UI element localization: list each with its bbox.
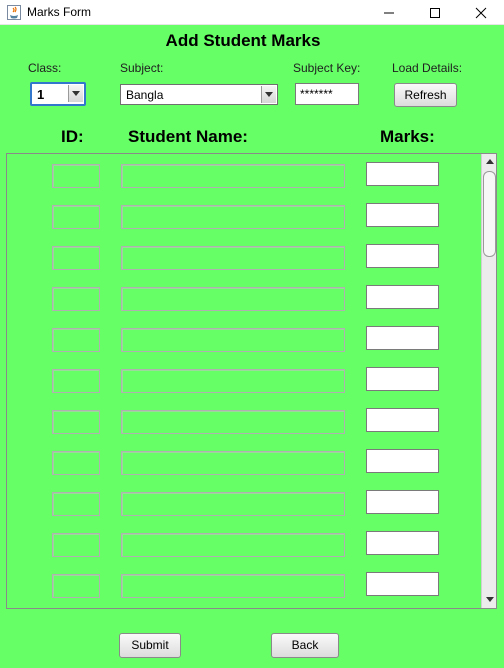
- marks-input[interactable]: [366, 572, 439, 596]
- scroll-down-button[interactable]: [482, 592, 496, 608]
- table-row: [7, 572, 481, 598]
- marks-input[interactable]: [366, 408, 439, 432]
- student-name-field: [121, 533, 345, 557]
- table-row: [7, 531, 481, 557]
- student-id-field: [52, 328, 100, 352]
- student-id-field: [52, 246, 100, 270]
- table-row: [7, 203, 481, 229]
- marks-input[interactable]: [366, 162, 439, 186]
- marks-input[interactable]: [366, 244, 439, 268]
- class-dropdown-arrow[interactable]: [68, 85, 83, 102]
- minimize-icon: [384, 12, 394, 14]
- table-row: [7, 326, 481, 352]
- back-button[interactable]: Back: [271, 633, 339, 658]
- scroll-up-button[interactable]: [482, 154, 496, 170]
- student-name-field: [121, 574, 345, 598]
- class-label: Class:: [28, 61, 62, 75]
- class-select[interactable]: 1: [30, 82, 86, 106]
- subject-select-value: Bangla: [126, 88, 164, 102]
- subject-dropdown-arrow[interactable]: [261, 86, 276, 103]
- student-name-field: [121, 492, 345, 516]
- student-name-field: [121, 451, 345, 475]
- student-id-field: [52, 533, 100, 557]
- student-id-field: [52, 287, 100, 311]
- marks-input[interactable]: [366, 449, 439, 473]
- form-title: Add Student Marks: [165, 31, 321, 50]
- student-id-field: [52, 574, 100, 598]
- student-name-field: [121, 205, 345, 229]
- arrow-down-icon: [486, 597, 494, 602]
- chevron-down-icon: [72, 91, 80, 96]
- table-row: [7, 490, 481, 516]
- load-details-label: Load Details:: [392, 61, 463, 75]
- table-row: [7, 449, 481, 475]
- submit-button[interactable]: Submit: [119, 633, 181, 658]
- student-id-field: [52, 492, 100, 516]
- arrow-up-icon: [486, 159, 494, 164]
- student-name-column-header: Student Name:: [128, 127, 248, 146]
- student-id-field: [52, 369, 100, 393]
- title-bar: Marks Form: [0, 0, 504, 25]
- class-select-value: 1: [37, 87, 45, 102]
- close-button[interactable]: [458, 0, 504, 25]
- form-content: Add Student Marks Class: Subject: Subjec…: [0, 25, 504, 668]
- window-title: Marks Form: [27, 5, 91, 19]
- table-row: [7, 367, 481, 393]
- table-row: [7, 244, 481, 270]
- marks-column-header: Marks:: [380, 127, 435, 146]
- minimize-button[interactable]: [366, 0, 412, 25]
- marks-input[interactable]: [366, 285, 439, 309]
- maximize-icon: [430, 8, 440, 18]
- marks-input[interactable]: [366, 326, 439, 350]
- subject-select[interactable]: Bangla: [120, 84, 278, 105]
- table-row: [7, 408, 481, 434]
- student-id-field: [52, 205, 100, 229]
- student-id-field: [52, 451, 100, 475]
- student-id-field: [52, 410, 100, 434]
- student-name-field: [121, 369, 345, 393]
- student-name-field: [121, 287, 345, 311]
- student-id-field: [52, 164, 100, 188]
- subject-label: Subject:: [120, 61, 164, 75]
- student-list-panel[interactable]: [6, 153, 497, 609]
- java-app-icon: [7, 5, 21, 20]
- subject-key-label: Subject Key:: [293, 61, 361, 75]
- table-row: [7, 162, 481, 188]
- vertical-scrollbar[interactable]: [481, 154, 496, 608]
- student-name-field: [121, 246, 345, 270]
- marks-input[interactable]: [366, 367, 439, 391]
- maximize-button[interactable]: [412, 0, 458, 25]
- refresh-button[interactable]: Refresh: [394, 83, 457, 107]
- id-column-header: ID:: [61, 127, 84, 146]
- student-name-field: [121, 164, 345, 188]
- scrollbar-thumb[interactable]: [483, 171, 496, 257]
- table-row: [7, 285, 481, 311]
- student-name-field: [121, 328, 345, 352]
- student-name-field: [121, 410, 345, 434]
- marks-input[interactable]: [366, 490, 439, 514]
- subject-key-field[interactable]: *******: [295, 83, 359, 105]
- marks-input[interactable]: [366, 531, 439, 555]
- close-icon: [475, 7, 487, 19]
- chevron-down-icon: [265, 92, 273, 97]
- marks-input[interactable]: [366, 203, 439, 227]
